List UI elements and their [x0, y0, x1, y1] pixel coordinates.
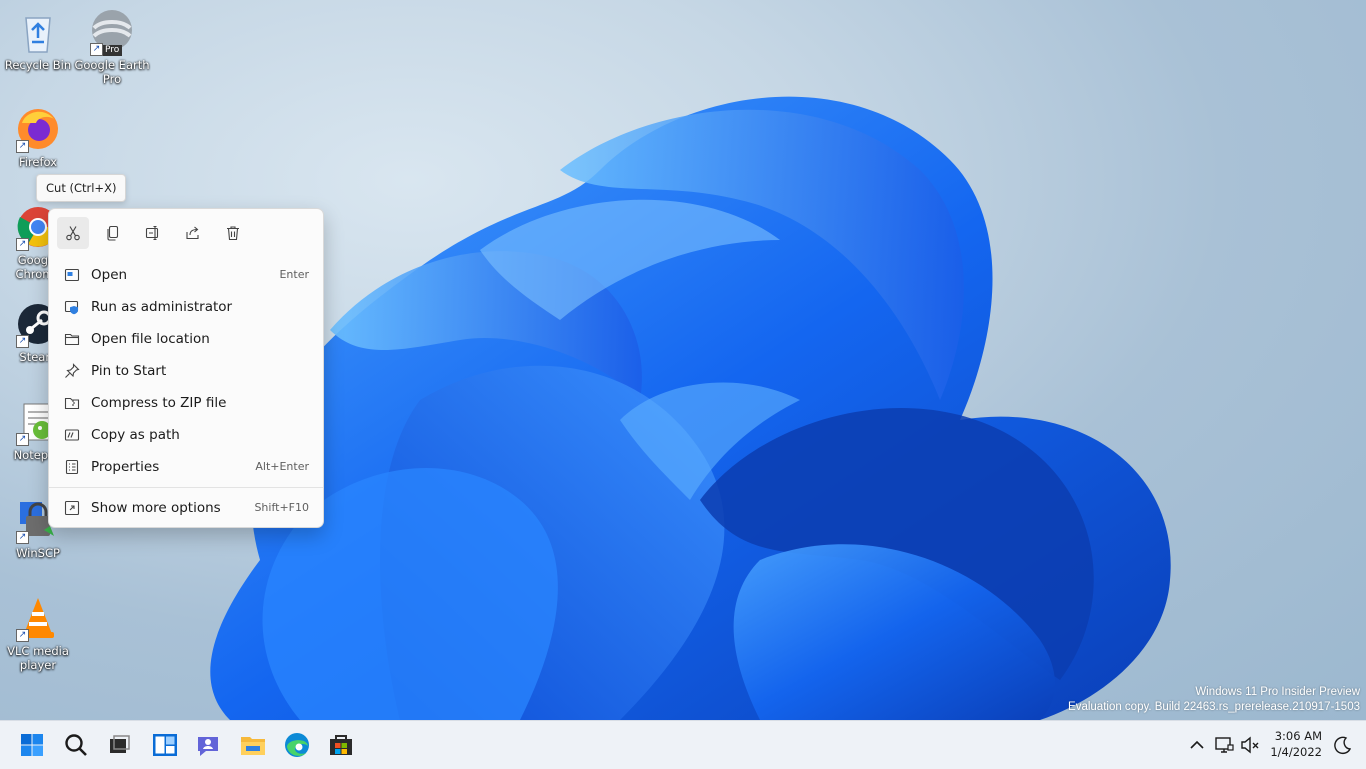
notifications-button[interactable] — [1331, 733, 1355, 757]
copy-button[interactable] — [97, 217, 129, 249]
menu-item-label: Properties — [91, 459, 160, 475]
task-view-button[interactable] — [103, 729, 135, 761]
chat-button[interactable] — [192, 729, 224, 761]
start-button[interactable] — [16, 729, 48, 761]
copy-path-icon — [64, 429, 80, 441]
menu-item-label: Show more options — [91, 500, 221, 516]
file-explorer-icon — [241, 737, 265, 755]
start-icon — [21, 734, 43, 756]
menu-item-pin-to-start[interactable]: Pin to Start — [55, 355, 317, 387]
menu-item-shortcut: Alt+Enter — [255, 460, 309, 473]
search-icon — [65, 734, 87, 756]
chevron-up-icon — [1190, 740, 1204, 749]
watermark-line-2: Evaluation copy. Build 22463.rs_prerelea… — [1068, 701, 1360, 713]
menu-item-label: Run as administrator — [91, 299, 233, 315]
open-icon — [64, 268, 80, 282]
copy-icon — [107, 225, 119, 241]
chat-icon — [198, 737, 218, 756]
properties-icon — [65, 459, 79, 475]
menu-item-open[interactable]: Open Enter — [55, 259, 317, 291]
search-button[interactable] — [60, 729, 92, 761]
edge-button[interactable] — [281, 729, 313, 761]
desktop[interactable]: Recycle Bin Pro ↗ Google Earth Pro ↗ Fir… — [0, 0, 1366, 720]
desktop-icon-recycle-bin[interactable]: Recycle Bin — [0, 8, 76, 72]
widgets-icon — [153, 734, 177, 756]
menu-item-shortcut: Shift+F10 — [254, 501, 309, 514]
folder-icon — [64, 333, 80, 346]
taskbar: 3:06 AM 1/4/2022 — [0, 720, 1366, 769]
task-view-icon — [110, 735, 130, 753]
clock[interactable]: 3:06 AM 1/4/2022 — [1270, 728, 1322, 760]
shortcut-arrow-icon: ↗ — [16, 140, 29, 153]
volume-button[interactable] — [1238, 733, 1262, 757]
menu-item-open-file-location[interactable]: Open file location — [55, 323, 317, 355]
menu-separator — [49, 487, 323, 488]
shortcut-arrow-icon: ↗ — [90, 43, 103, 56]
shortcut-arrow-icon: ↗ — [16, 629, 29, 642]
shortcut-arrow-icon: ↗ — [16, 531, 29, 544]
volume-muted-icon — [1241, 736, 1259, 754]
desktop-icon-label: Firefox — [18, 155, 58, 169]
desktop-icon-google-earth-pro[interactable]: Pro ↗ Google Earth Pro — [74, 8, 150, 86]
desktop-icon-label: WinSCP — [16, 546, 60, 560]
menu-item-label: Compress to ZIP file — [91, 395, 227, 411]
network-button[interactable] — [1212, 733, 1236, 757]
scissors-icon — [66, 226, 80, 241]
menu-item-show-more-options[interactable]: Show more options Shift+F10 — [55, 492, 317, 524]
menu-item-properties[interactable]: Properties Alt+Enter — [55, 451, 317, 483]
store-button[interactable] — [325, 729, 357, 761]
shield-icon — [64, 300, 79, 315]
pin-icon — [65, 363, 80, 378]
moon-icon — [1334, 736, 1352, 755]
file-explorer-button[interactable] — [237, 729, 269, 761]
rename-icon — [145, 225, 159, 241]
shortcut-arrow-icon: ↗ — [16, 335, 29, 348]
evaluation-watermark: Windows 11 Pro Insider Preview Evaluatio… — [1068, 685, 1360, 715]
menu-item-label: Open — [91, 267, 128, 283]
shortcut-arrow-icon: ↗ — [16, 238, 29, 251]
menu-item-shortcut: Enter — [279, 268, 309, 281]
recycle-bin-icon — [25, 17, 51, 53]
desktop-icon-label: Recycle Bin — [4, 58, 72, 72]
context-menu: Open Enter Run as administrator Open fil… — [48, 208, 324, 528]
desktop-icon-label: Google Earth Pro — [74, 58, 150, 86]
pro-badge: Pro — [102, 45, 123, 56]
menu-item-compress-to-zip[interactable]: Compress to ZIP file — [55, 387, 317, 419]
share-button[interactable] — [177, 217, 209, 249]
desktop-icon-firefox[interactable]: ↗ Firefox — [0, 105, 76, 169]
menu-item-label: Copy as path — [91, 427, 180, 443]
menu-item-run-as-administrator[interactable]: Run as administrator — [55, 291, 317, 323]
edge-icon — [285, 733, 309, 757]
network-icon — [1215, 737, 1234, 753]
watermark-line-1: Windows 11 Pro Insider Preview — [1195, 686, 1360, 698]
rename-button[interactable] — [137, 217, 169, 249]
desktop-icon-vlc[interactable]: ↗ VLC media player — [0, 594, 76, 672]
desktop-icon-label: VLC media player — [7, 644, 69, 672]
store-icon — [330, 735, 352, 755]
share-icon — [186, 226, 199, 240]
cut-button[interactable] — [57, 217, 89, 249]
delete-button[interactable] — [217, 217, 249, 249]
menu-item-label: Open file location — [91, 331, 210, 347]
menu-item-label: Pin to Start — [91, 363, 167, 379]
zip-icon — [64, 397, 80, 410]
menu-item-copy-as-path[interactable]: Copy as path — [55, 419, 317, 451]
clock-time: 3:06 AM — [1274, 729, 1322, 743]
widgets-button[interactable] — [149, 729, 181, 761]
tooltip: Cut (Ctrl+X) — [36, 174, 127, 202]
more-options-icon — [64, 500, 80, 516]
shortcut-arrow-icon: ↗ — [16, 433, 29, 446]
clock-date: 1/4/2022 — [1270, 745, 1322, 759]
trash-icon — [227, 226, 239, 241]
show-hidden-icons-button[interactable] — [1185, 733, 1209, 757]
